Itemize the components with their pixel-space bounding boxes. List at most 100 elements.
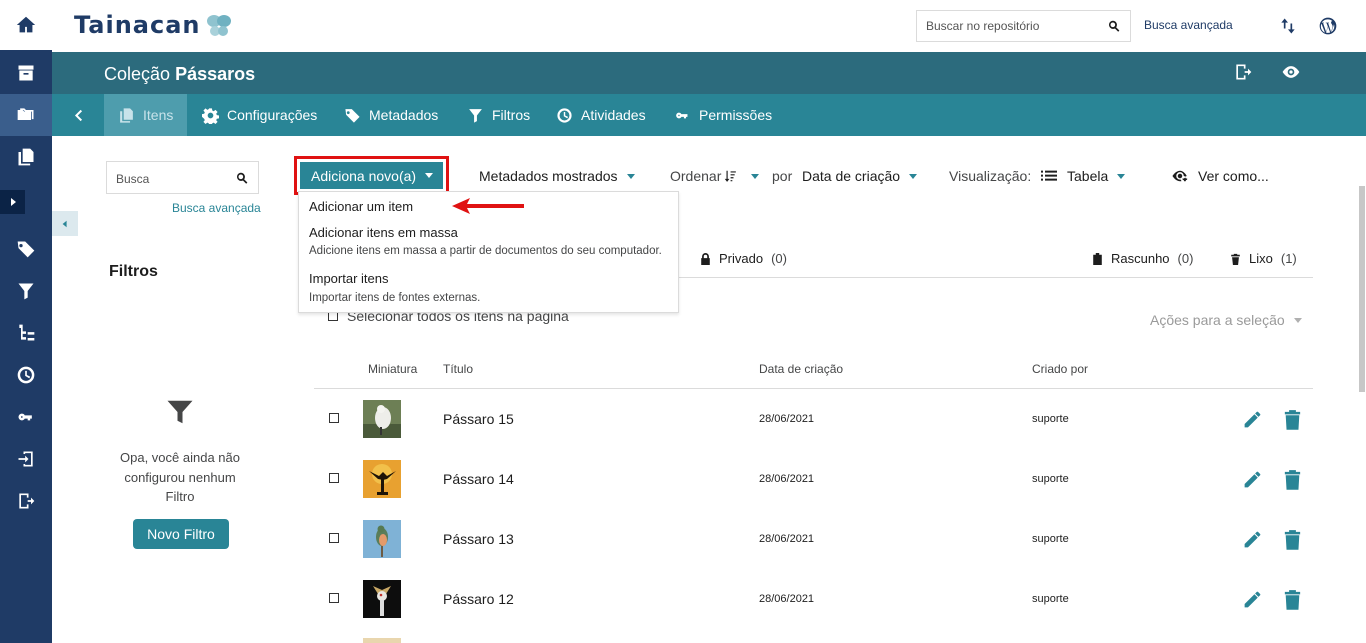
item-thumbnail[interactable] (363, 400, 401, 438)
column-header-thumbnail[interactable]: Miniatura (368, 362, 417, 376)
go-to-collection-button[interactable] (1233, 62, 1255, 84)
shown-metadata-dropdown[interactable]: Metadados mostrados (479, 168, 635, 184)
view-mode-dropdown[interactable]: Tabela (1041, 168, 1126, 184)
new-filter-button[interactable]: Novo Filtro (133, 519, 229, 549)
item-title[interactable]: Pássaro 15 (443, 411, 514, 427)
item-thumbnail[interactable] (363, 460, 401, 498)
permissions-button[interactable] (0, 396, 52, 438)
menu-item-import[interactable]: Importar itens (309, 271, 388, 286)
item-thumbnail[interactable] (363, 580, 401, 618)
pencil-icon[interactable] (1242, 589, 1263, 610)
item-title[interactable]: Pássaro 13 (443, 531, 514, 547)
view-mode-value: Tabela (1067, 168, 1109, 184)
table-row[interactable]: Pássaro 13 28/06/2021 suporte (314, 509, 1313, 569)
item-title[interactable]: Pássaro 12 (443, 591, 514, 607)
tab-activities-label: Atividades (581, 107, 646, 123)
row-checkbox[interactable] (329, 473, 339, 483)
activity-clock-icon (557, 107, 572, 123)
tainacan-logo[interactable]: Tainacan (74, 11, 233, 39)
items-button[interactable] (0, 136, 52, 178)
add-new-button[interactable]: Adiciona novo(a) (300, 162, 443, 189)
annotation-arrow-icon (452, 198, 524, 214)
column-header-created[interactable]: Data de criação (759, 362, 843, 376)
home-button[interactable] (0, 0, 52, 50)
status-trash-tab[interactable]: Lixo (1) (1230, 251, 1297, 266)
expand-rail-button[interactable] (0, 190, 25, 214)
items-search-input[interactable]: Busca (106, 161, 259, 194)
lock-icon (701, 252, 710, 265)
caret-down-icon (1293, 317, 1302, 323)
pencil-icon[interactable] (1242, 469, 1263, 490)
tab-permissions[interactable]: Permissões (660, 94, 786, 136)
trash-icon[interactable] (1284, 529, 1301, 550)
row-checkbox[interactable] (329, 413, 339, 423)
pencil-icon[interactable] (1242, 529, 1263, 550)
sidebar-advanced-search-link[interactable]: Busca avançada (172, 201, 261, 215)
item-author: suporte (1032, 413, 1069, 425)
tab-settings-label: Configurações (227, 107, 318, 123)
status-private-count: (0) (771, 251, 787, 266)
page-scrollbar-thumb[interactable] (1359, 186, 1365, 392)
tab-items[interactable]: Itens (104, 94, 188, 136)
column-header-author[interactable]: Criado por (1032, 362, 1088, 376)
filters-button[interactable] (0, 270, 52, 312)
back-button[interactable] (64, 94, 93, 136)
column-header-title[interactable]: Título (443, 362, 473, 376)
tab-filters-label: Filtros (492, 107, 531, 123)
trash-icon[interactable] (1284, 469, 1301, 490)
pencil-icon[interactable] (1242, 409, 1263, 430)
row-checkbox[interactable] (329, 533, 339, 543)
tab-items-label: Itens (143, 107, 174, 123)
activities-button[interactable] (0, 354, 52, 396)
view-collection-button[interactable] (1281, 62, 1303, 84)
item-thumbnail[interactable] (363, 520, 401, 558)
chevron-left-icon (62, 220, 67, 227)
table-row[interactable]: Pássaro 15 28/06/2021 suporte (314, 389, 1313, 449)
advanced-search-link[interactable]: Busca avançada (1144, 18, 1233, 32)
taxonomies-button[interactable] (0, 312, 52, 354)
tags-icon (345, 108, 360, 123)
tab-activities[interactable]: Atividades (542, 94, 660, 136)
table-row[interactable]: Pássaro 12 28/06/2021 suporte (314, 569, 1313, 629)
search-icon[interactable] (235, 171, 249, 185)
sort-field-dropdown[interactable]: Data de criação (802, 168, 918, 184)
top-bar: Tainacan Buscar no repositório Busca ava… (52, 0, 1366, 52)
trash-icon[interactable] (1284, 589, 1301, 610)
importers-button[interactable] (0, 438, 52, 480)
sort-field-value: Data de criação (802, 168, 901, 184)
bulk-actions-dropdown[interactable]: Ações para a seleção (1150, 312, 1302, 328)
collections-button[interactable] (0, 94, 52, 136)
process-sort-button[interactable] (1276, 14, 1300, 38)
tab-metadata[interactable]: Metadados (330, 94, 452, 136)
metadata-button[interactable] (0, 228, 52, 270)
butterfly-logo-icon (206, 15, 231, 36)
collection-title-prefix: Coleção (104, 64, 171, 84)
menu-item-add-one[interactable]: Adicionar um item (309, 199, 413, 214)
status-private-tab[interactable]: Privado (0) (700, 251, 787, 266)
row-checkbox[interactable] (329, 593, 339, 603)
sort-descending-icon (725, 170, 737, 182)
item-title[interactable]: Pássaro 14 (443, 471, 514, 487)
tab-filters[interactable]: Filtros (453, 94, 544, 136)
tab-settings[interactable]: Configurações (188, 94, 331, 136)
repository-button[interactable] (0, 52, 52, 94)
repository-search-input[interactable]: Buscar no repositório (916, 10, 1131, 42)
wordpress-button[interactable] (1316, 14, 1340, 38)
wordpress-icon (1319, 17, 1337, 35)
status-draft-count: (0) (1177, 251, 1194, 266)
tab-metadata-label: Metadados (369, 107, 439, 123)
home-icon (16, 16, 36, 33)
see-as-button[interactable]: Ver como... (1171, 168, 1269, 184)
logo-text: Tainacan (74, 11, 201, 39)
copy-icon (18, 148, 34, 166)
trash-icon[interactable] (1284, 409, 1301, 430)
sort-order-dropdown[interactable]: Ordenar (670, 168, 760, 184)
status-draft-tab[interactable]: Rascunho (0) (1092, 251, 1193, 266)
key-icon (18, 413, 32, 421)
menu-item-bulk-add[interactable]: Adicionar itens em massa (309, 225, 458, 240)
table-row[interactable]: Pássaro 14 28/06/2021 suporte (314, 449, 1313, 509)
collapse-filters-button[interactable] (52, 211, 78, 236)
search-icon[interactable] (1107, 19, 1121, 33)
import-icon (18, 451, 33, 467)
exporters-button[interactable] (0, 480, 52, 522)
